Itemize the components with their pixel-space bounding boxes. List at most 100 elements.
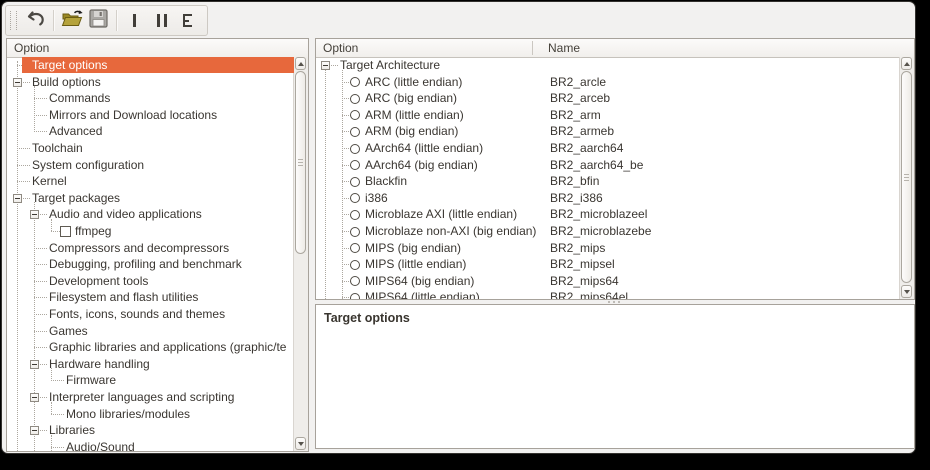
menu-tree-item[interactable]: Debugging, profiling and benchmark <box>7 256 294 273</box>
collapse-expander-icon[interactable] <box>30 426 39 435</box>
menu-tree-item[interactable]: Hardware handling <box>7 356 294 373</box>
menu-tree-item[interactable]: Mono libraries/modules <box>7 406 294 423</box>
toolbar <box>5 5 208 36</box>
menu-tree-item[interactable]: Graphic libraries and applications (grap… <box>7 339 294 356</box>
open-button[interactable] <box>58 8 85 33</box>
tree-item-label: ffmpeg <box>75 223 111 240</box>
option-row[interactable]: AArch64 (little endian)BR2_aarch64 <box>316 140 900 157</box>
radio-unselected-icon[interactable] <box>350 210 360 220</box>
symbol-name: BR2_microblazebe <box>550 223 651 240</box>
menu-tree-item[interactable]: Audio and video applications <box>7 206 294 223</box>
checkbox-unchecked-icon[interactable] <box>60 226 71 237</box>
option-row[interactable]: Target Architecture <box>316 57 900 74</box>
menu-tree-item[interactable]: Target options <box>7 57 294 74</box>
option-row[interactable]: Microblaze non-AXI (big endian)BR2_micro… <box>316 223 900 240</box>
menu-tree-item[interactable]: Firmware <box>7 372 294 389</box>
collapse-expander-icon[interactable] <box>321 61 330 70</box>
option-row[interactable]: ARM (big endian)BR2_armeb <box>316 123 900 140</box>
tree-item-label: Blackfin <box>365 173 407 190</box>
right-column-header[interactable]: Option Name <box>316 39 914 58</box>
menu-tree-item[interactable]: Interpreter languages and scripting <box>7 389 294 406</box>
menu-tree-item[interactable]: Libraries <box>7 422 294 439</box>
menu-tree-item[interactable]: System configuration <box>7 157 294 174</box>
tree-branch-line <box>17 165 30 167</box>
collapse-expander-icon[interactable] <box>13 78 22 87</box>
split-view-button[interactable] <box>148 8 175 33</box>
radio-unselected-icon[interactable] <box>350 293 360 299</box>
option-row[interactable]: AArch64 (big endian)BR2_aarch64_be <box>316 157 900 174</box>
radio-unselected-icon[interactable] <box>350 276 360 286</box>
symbol-name: BR2_mipsel <box>550 256 615 273</box>
symbol-name: BR2_aarch64_be <box>550 157 643 174</box>
menu-tree-item[interactable]: Advanced <box>7 123 294 140</box>
undo-button[interactable] <box>22 8 49 33</box>
toolbar-drag-handle[interactable] <box>10 11 17 30</box>
scroll-down-button[interactable] <box>901 285 912 298</box>
collapse-expander-icon[interactable] <box>30 360 39 369</box>
menu-tree-item[interactable]: Commands <box>7 90 294 107</box>
left-column-header[interactable]: Option <box>7 39 308 58</box>
radio-unselected-icon[interactable] <box>350 110 360 120</box>
right-scrollbar-thumb[interactable] <box>901 71 912 283</box>
scroll-up-button[interactable] <box>901 57 912 70</box>
option-row[interactable]: BlackfinBR2_bfin <box>316 173 900 190</box>
option-row[interactable]: ARM (little endian)BR2_arm <box>316 107 900 124</box>
radio-unselected-icon[interactable] <box>350 144 360 154</box>
option-row[interactable]: MIPS (little endian)BR2_mipsel <box>316 256 900 273</box>
menu-tree-item[interactable]: Build options <box>7 74 294 91</box>
full-view-icon <box>183 14 194 27</box>
radio-unselected-icon[interactable] <box>350 193 360 203</box>
menu-tree-item[interactable]: Fonts, icons, sounds and themes <box>7 306 294 323</box>
collapse-expander-icon[interactable] <box>30 210 39 219</box>
menu-tree-item[interactable]: Development tools <box>7 273 294 290</box>
radio-unselected-icon[interactable] <box>350 127 360 137</box>
left-scrollbar[interactable] <box>293 57 308 451</box>
options-list-panel: Option Name Target ArchitectureARC (litt… <box>315 38 915 300</box>
option-row[interactable]: i386BR2_i386 <box>316 190 900 207</box>
tree-branch-line <box>34 98 47 100</box>
menu-tree-item[interactable]: Compressors and decompressors <box>7 240 294 257</box>
radio-unselected-icon[interactable] <box>350 77 360 87</box>
toolbar-separator <box>53 10 54 31</box>
menu-tree-item[interactable]: Filesystem and flash utilities <box>7 289 294 306</box>
symbol-name: BR2_mips <box>550 240 605 257</box>
tree-item-label: Kernel <box>32 173 67 190</box>
menu-tree-item[interactable]: Games <box>7 323 294 340</box>
radio-unselected-icon[interactable] <box>350 177 360 187</box>
scroll-up-button[interactable] <box>295 57 306 70</box>
column-divider[interactable] <box>532 41 533 55</box>
radio-unselected-icon[interactable] <box>350 94 360 104</box>
arrow-down-icon <box>904 290 910 294</box>
tree-branch-line <box>34 331 47 333</box>
arrow-down-icon <box>298 442 304 446</box>
tree-item-label: Audio and video applications <box>49 206 202 223</box>
symbol-name: BR2_i386 <box>550 190 603 207</box>
collapse-expander-icon[interactable] <box>30 393 39 402</box>
option-row[interactable]: ARC (big endian)BR2_arceb <box>316 90 900 107</box>
left-scrollbar-thumb[interactable] <box>295 71 306 254</box>
tree-item-label: ARC (little endian) <box>365 74 462 91</box>
radio-unselected-icon[interactable] <box>350 260 360 270</box>
tree-item-label: Build options <box>32 74 101 91</box>
option-row[interactable]: MIPS64 (big endian)BR2_mips64 <box>316 273 900 290</box>
option-row[interactable]: Microblaze AXI (little endian)BR2_microb… <box>316 206 900 223</box>
option-row[interactable]: MIPS (big endian)BR2_mips <box>316 240 900 257</box>
full-view-button[interactable] <box>175 8 202 33</box>
collapse-expander-icon[interactable] <box>13 194 22 203</box>
menu-tree-item[interactable]: Kernel <box>7 173 294 190</box>
save-button[interactable] <box>85 8 112 33</box>
option-row[interactable]: ARC (little endian)BR2_arcle <box>316 74 900 91</box>
menu-tree-item[interactable]: Mirrors and Download locations <box>7 107 294 124</box>
menu-tree-item[interactable]: Audio/Sound <box>7 439 294 451</box>
radio-unselected-icon[interactable] <box>350 160 360 170</box>
radio-unselected-icon[interactable] <box>350 243 360 253</box>
option-row[interactable]: MIPS64 (little endian)BR2_mips64el <box>316 289 900 299</box>
scroll-down-button[interactable] <box>295 437 306 450</box>
menu-tree-item[interactable]: Toolchain <box>7 140 294 157</box>
single-view-button[interactable] <box>121 8 148 33</box>
radio-unselected-icon[interactable] <box>350 227 360 237</box>
menu-tree-item[interactable]: Target packages <box>7 190 294 207</box>
screen: { "toolbar": { "buttons": [ {"icon": "un… <box>0 0 930 470</box>
right-scrollbar[interactable] <box>899 57 914 299</box>
menu-tree-item[interactable]: ffmpeg <box>7 223 294 240</box>
